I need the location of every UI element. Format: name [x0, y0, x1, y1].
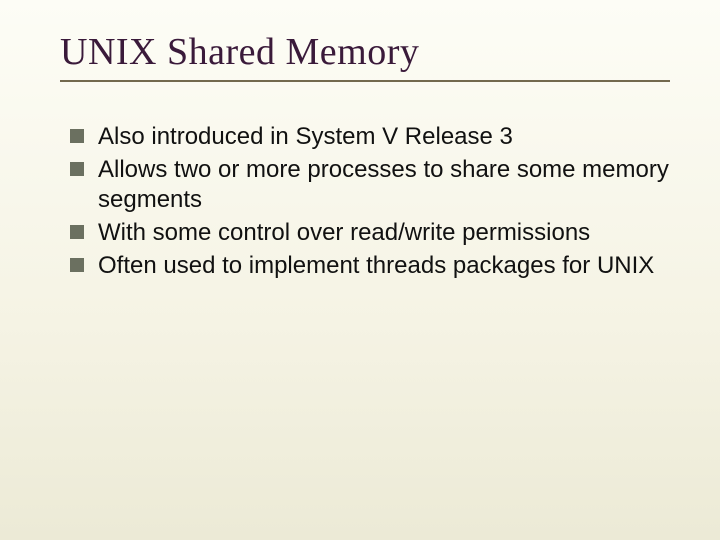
bullet-item: Allows two or more processes to share so…: [70, 155, 670, 216]
square-bullet-icon: [70, 162, 84, 176]
bullet-text: Also introduced in System V Release 3: [98, 123, 513, 150]
square-bullet-icon: [70, 129, 84, 143]
slide-title: UNIX Shared Memory: [60, 30, 670, 74]
title-underline: [60, 80, 670, 82]
bullet-text: Often used to implement threads packages…: [98, 252, 654, 279]
square-bullet-icon: [70, 225, 84, 239]
slide: UNIX Shared Memory Also introduced in Sy…: [0, 0, 720, 540]
bullet-text: Allows two or more processes to share so…: [98, 156, 669, 214]
bullet-text: With some control over read/write permis…: [98, 219, 590, 246]
square-bullet-icon: [70, 258, 84, 272]
bullet-item: Often used to implement threads packages…: [70, 251, 670, 282]
bullet-list: Also introduced in System V Release 3 Al…: [70, 122, 670, 282]
bullet-item: Also introduced in System V Release 3: [70, 122, 670, 153]
bullet-item: With some control over read/write permis…: [70, 218, 670, 249]
